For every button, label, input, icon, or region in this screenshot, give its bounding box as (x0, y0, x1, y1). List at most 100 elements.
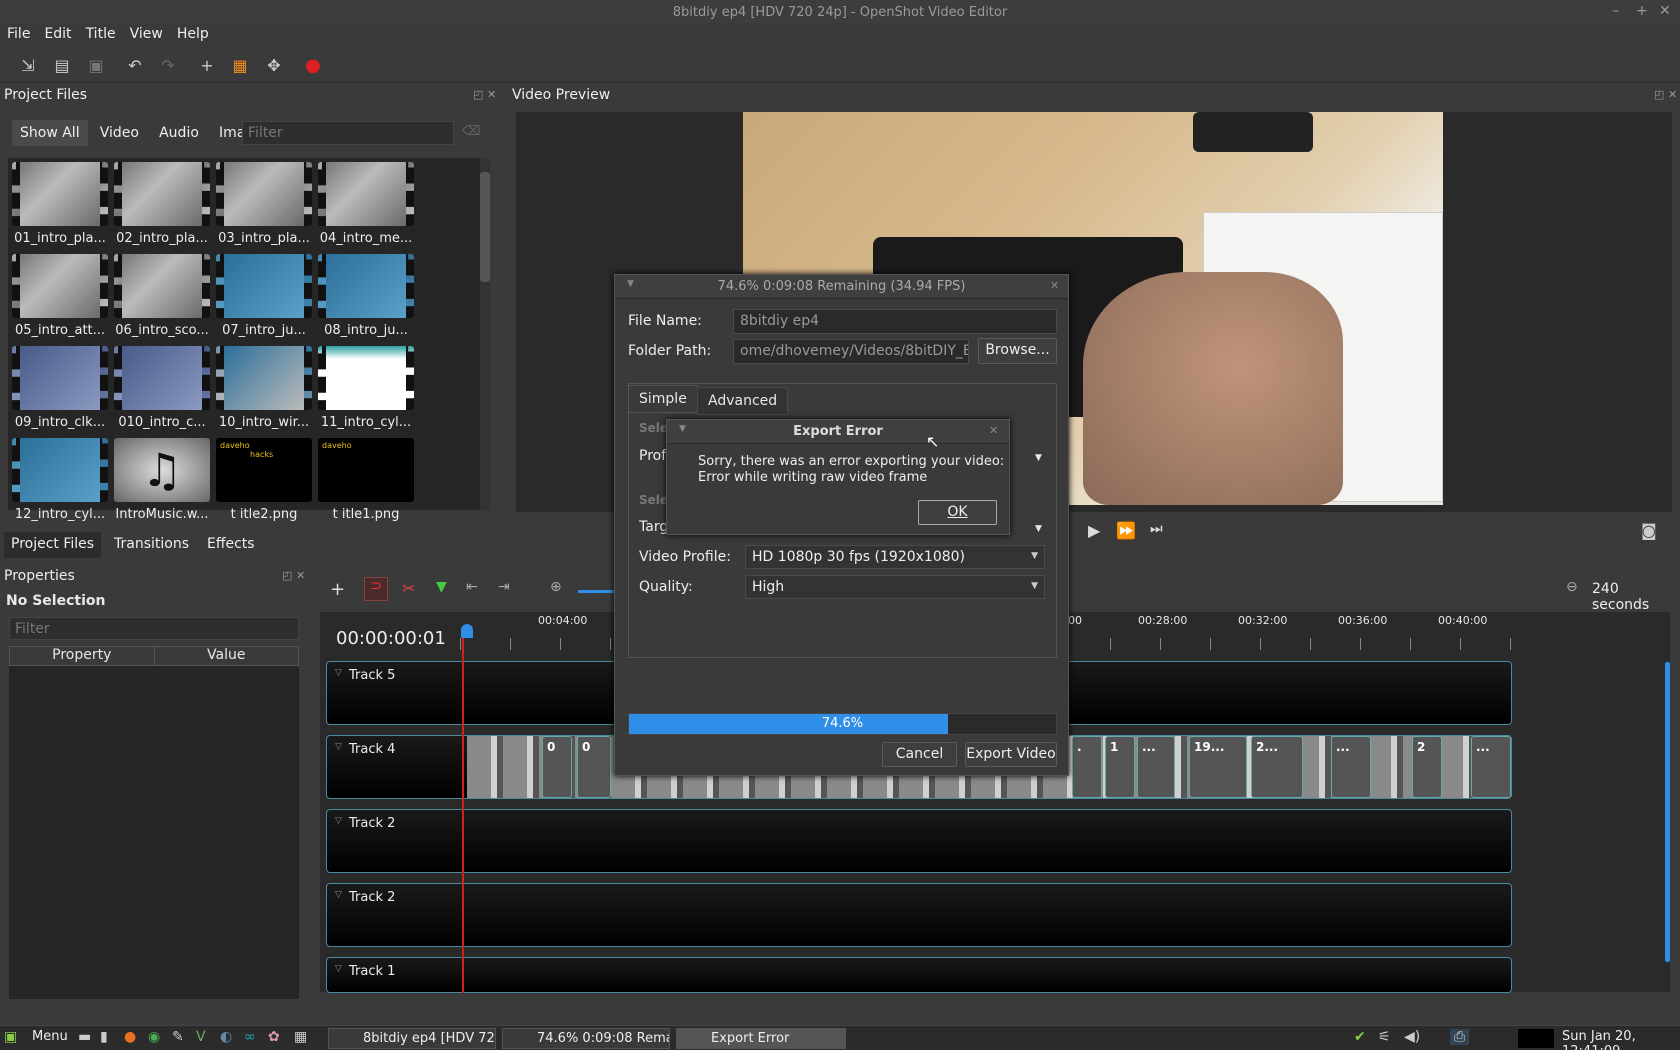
float-panel-icon[interactable]: ◰ (282, 569, 292, 582)
dialog-menu-icon[interactable]: ▼ (627, 279, 634, 289)
redo-icon[interactable]: ↷ (156, 54, 180, 78)
column-value[interactable]: Value (155, 647, 299, 665)
clip[interactable]: 0 (542, 736, 572, 798)
zoom-out-icon[interactable]: ⊖ (1566, 579, 1578, 595)
previous-marker-icon[interactable]: ⇤ (466, 579, 478, 595)
add-track-icon[interactable]: + (330, 579, 345, 600)
task-export-progress[interactable]: 74.6% 0:09:08 Remai... (502, 1028, 670, 1049)
float-panel-icon[interactable]: ◰ (473, 88, 483, 101)
file-item[interactable]: daveho hacks t itle2.png (216, 438, 312, 522)
project-files-filter-input[interactable]: Filter (242, 121, 454, 145)
export-film-icon[interactable]: ▦ (228, 54, 252, 78)
menu-view[interactable]: View (123, 23, 170, 45)
gimp-icon[interactable]: ✿ (268, 1029, 280, 1045)
zoom-slider[interactable] (578, 590, 618, 593)
add-marker-icon[interactable]: ▼ (436, 579, 447, 595)
file-item[interactable]: 03_intro_pla... (216, 162, 312, 246)
clip[interactable]: ... (1471, 736, 1511, 798)
column-property[interactable]: Property (10, 647, 155, 665)
save-project-icon[interactable]: ▣ (84, 54, 108, 78)
clip[interactable]: . (1072, 736, 1102, 798)
properties-filter-input[interactable]: Filter (9, 617, 299, 640)
track-row[interactable]: ▽ Track 1 (326, 957, 1512, 993)
file-item[interactable]: 07_intro_ju... (216, 254, 312, 338)
file-item[interactable]: 010_intro_c... (114, 346, 210, 430)
mint-menu-icon[interactable]: ▣ (4, 1029, 17, 1045)
file-item[interactable]: 08_intro_ju... (318, 254, 414, 338)
vim-icon[interactable]: V (196, 1029, 206, 1045)
quality-select[interactable]: High ▼ (745, 575, 1045, 599)
undo-icon[interactable]: ↶ (123, 54, 147, 78)
record-icon[interactable]: ● (301, 54, 325, 78)
task-openshot[interactable]: 8bitdiy ep4 [HDV 720... (328, 1028, 496, 1049)
file-grid-scrollbar[interactable] (480, 158, 490, 510)
file-name-input[interactable]: 8bitdiy ep4 (733, 309, 1057, 334)
video-profile-select[interactable]: HD 1080p 30 fps (1920x1080) ▼ (745, 545, 1045, 569)
import-files-icon[interactable]: ⇲ (16, 54, 40, 78)
firefox-icon[interactable]: ● (124, 1029, 136, 1045)
profile-dropdown-icon[interactable]: ▼ (1035, 453, 1042, 463)
clip[interactable]: ... (1137, 736, 1175, 798)
zoom-in-icon[interactable]: ⊕ (550, 579, 562, 595)
ok-button[interactable]: OK (918, 500, 997, 525)
network-icon[interactable]: ⚟ (1378, 1029, 1391, 1045)
dialog-menu-icon[interactable]: ▼ (679, 424, 686, 434)
menu-label[interactable]: Menu (32, 1029, 68, 1044)
playhead-handle[interactable] (461, 624, 473, 638)
tab-advanced[interactable]: Advanced (697, 387, 789, 415)
dialog-close-icon[interactable]: ✕ (989, 424, 998, 437)
close-icon[interactable]: ✕ (1659, 3, 1671, 19)
jump-end-icon[interactable]: ⏭ (1150, 521, 1163, 537)
clear-filter-icon[interactable]: ⌫ (462, 124, 480, 139)
filter-video[interactable]: Video (92, 120, 147, 146)
pen-tool-icon[interactable]: ✎ (172, 1029, 184, 1045)
float-panel-icon[interactable]: ◰ (1654, 88, 1664, 101)
tab-transitions[interactable]: Transitions (107, 532, 196, 558)
file-item[interactable]: 04_intro_me... (318, 162, 414, 246)
export-video-button[interactable]: Export Video (965, 742, 1057, 767)
target-dropdown-icon[interactable]: ▼ (1035, 524, 1042, 534)
track-row[interactable]: ▽ Track 2 (326, 809, 1512, 873)
clip[interactable]: ... (1331, 736, 1371, 798)
printer-icon[interactable]: ⎙ (1450, 1029, 1470, 1045)
workspace-switcher[interactable] (1518, 1029, 1554, 1048)
file-item[interactable]: ♫ IntroMusic.w... (114, 438, 210, 522)
file-item[interactable]: 12_intro_cyl... (12, 438, 108, 522)
tab-project-files[interactable]: Project Files (4, 532, 102, 558)
menu-edit[interactable]: Edit (37, 23, 78, 45)
razor-scissors-icon[interactable]: ✂ (402, 579, 415, 598)
new-project-icon[interactable]: ▤ (50, 54, 74, 78)
snapshot-camera-icon[interactable]: ◙ (1641, 521, 1657, 540)
eclipse-icon[interactable]: ◐ (220, 1029, 232, 1045)
arduino-icon[interactable]: ∞ (244, 1029, 256, 1045)
terminal-icon[interactable]: ▮ (100, 1029, 108, 1045)
fast-forward-icon[interactable]: ⏩ (1116, 521, 1136, 540)
clip[interactable]: 0 (577, 736, 611, 798)
maximize-icon[interactable]: + (1636, 3, 1648, 19)
tab-simple[interactable]: Simple (628, 385, 698, 413)
file-item[interactable]: 01_intro_pla... (12, 162, 108, 246)
track-row[interactable]: ▽ Track 2 (326, 883, 1512, 947)
file-item[interactable]: 05_intro_att... (12, 254, 108, 338)
clip[interactable]: 2 (1412, 736, 1442, 798)
clip[interactable]: 2... (1251, 736, 1303, 798)
file-item[interactable]: 10_intro_wir... (216, 346, 312, 430)
chrome-icon[interactable]: ◉ (148, 1029, 160, 1045)
shield-check-icon[interactable]: ✔ (1354, 1029, 1366, 1045)
snapping-magnet-icon[interactable]: ⊃ (364, 577, 388, 601)
file-item[interactable]: 09_intro_clk... (12, 346, 108, 430)
menu-help[interactable]: Help (170, 23, 216, 45)
fullscreen-icon[interactable]: ✥ (262, 54, 286, 78)
menu-file[interactable]: File (0, 23, 37, 45)
folder-path-input[interactable]: ome/dhovemey/Videos/8bitDIY_Ep4 (733, 339, 969, 364)
show-desktop-icon[interactable]: ▬ (78, 1029, 91, 1045)
tab-effects[interactable]: Effects (200, 532, 262, 558)
cancel-button[interactable]: Cancel (882, 742, 957, 767)
file-item[interactable]: 06_intro_sco... (114, 254, 210, 338)
browse-button[interactable]: Browse... (978, 338, 1057, 364)
close-panel-icon[interactable]: ✕ (487, 88, 496, 101)
add-track-icon[interactable]: + (195, 54, 219, 78)
filter-audio[interactable]: Audio (151, 120, 207, 146)
menu-title[interactable]: Title (79, 23, 123, 45)
close-panel-icon[interactable]: ✕ (1668, 88, 1677, 101)
